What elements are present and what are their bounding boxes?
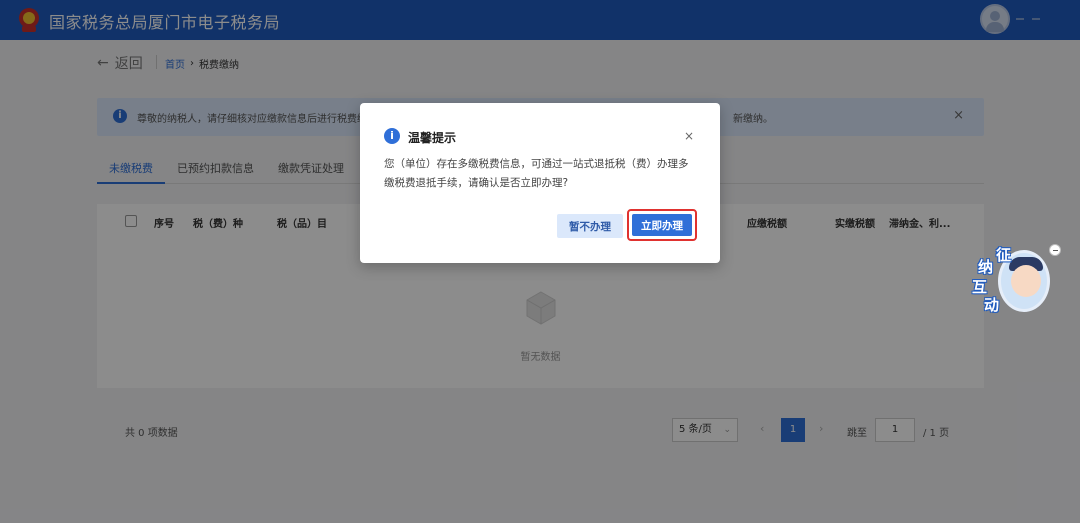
not-now-button[interactable]: 暂不办理 xyxy=(557,214,623,238)
assistant-char-2: 纳 xyxy=(978,258,994,276)
assistant-char-1: 征 xyxy=(996,246,1012,264)
process-now-button[interactable]: 立即办理 xyxy=(632,214,692,236)
interaction-assistant[interactable]: 征 纳 互 动 xyxy=(970,240,1061,320)
close-icon[interactable]: × xyxy=(684,129,694,143)
dialog-title: 温馨提示 xyxy=(408,131,457,145)
dialog-message: 您（单位）存在多缴税费信息，可通过一站式退抵税（费）办理多缴税费退抵手续，请确认… xyxy=(384,158,689,189)
highlight-box: 立即办理 xyxy=(627,209,697,241)
info-icon: i xyxy=(384,128,400,144)
assistant-face xyxy=(1011,265,1041,297)
reminder-dialog: i 温馨提示 × 您（单位）存在多缴税费信息，可通过一站式退抵税（费）办理多缴税… xyxy=(360,103,720,263)
minimize-icon[interactable] xyxy=(1049,244,1061,256)
assistant-char-4: 动 xyxy=(984,296,1000,314)
